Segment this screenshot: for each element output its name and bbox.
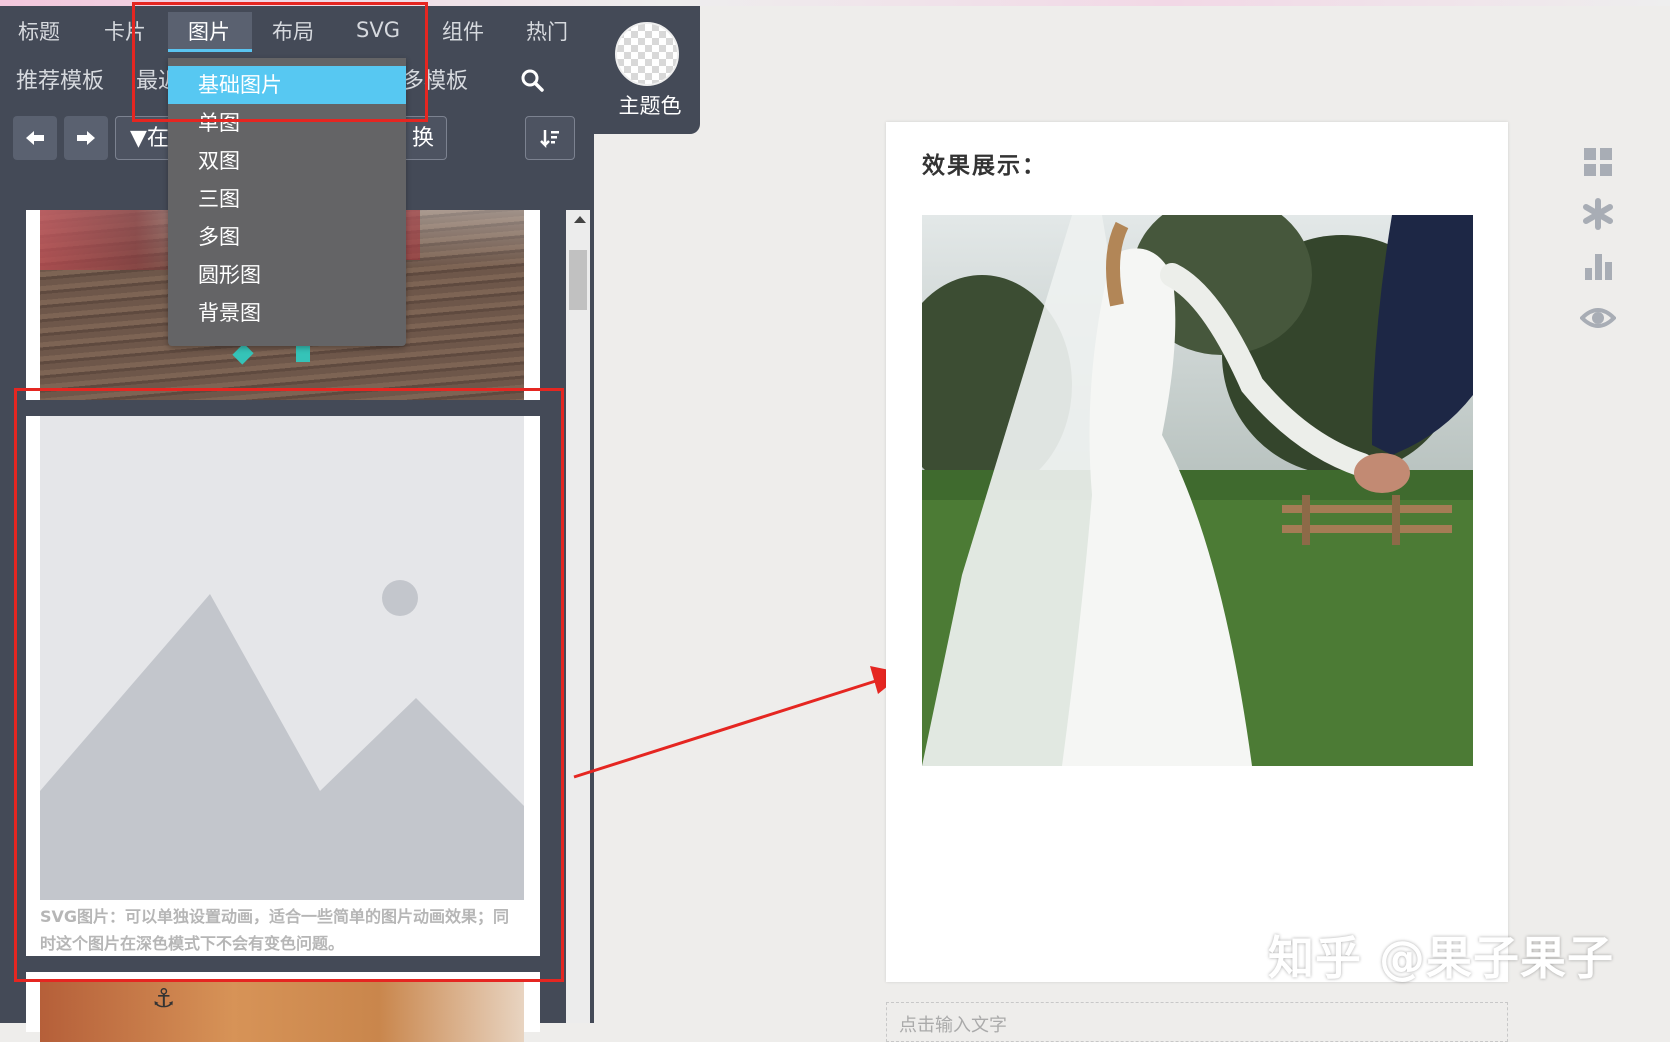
asterisk-icon[interactable] — [1580, 198, 1616, 234]
watermark-text: 知乎 @果子果子 — [1268, 931, 1615, 985]
wedding-photo[interactable] — [922, 215, 1473, 766]
canvas-title: 效果展示： — [922, 153, 1047, 179]
bar-chart-icon[interactable] — [1580, 250, 1616, 286]
grid-icon[interactable] — [1580, 146, 1616, 182]
wedding-illustration — [922, 215, 1473, 766]
eye-icon[interactable] — [1579, 302, 1617, 338]
text-input-area[interactable]: 点击输入文字 — [886, 1002, 1508, 1042]
preview-canvas: 效果展示： — [886, 122, 1508, 982]
